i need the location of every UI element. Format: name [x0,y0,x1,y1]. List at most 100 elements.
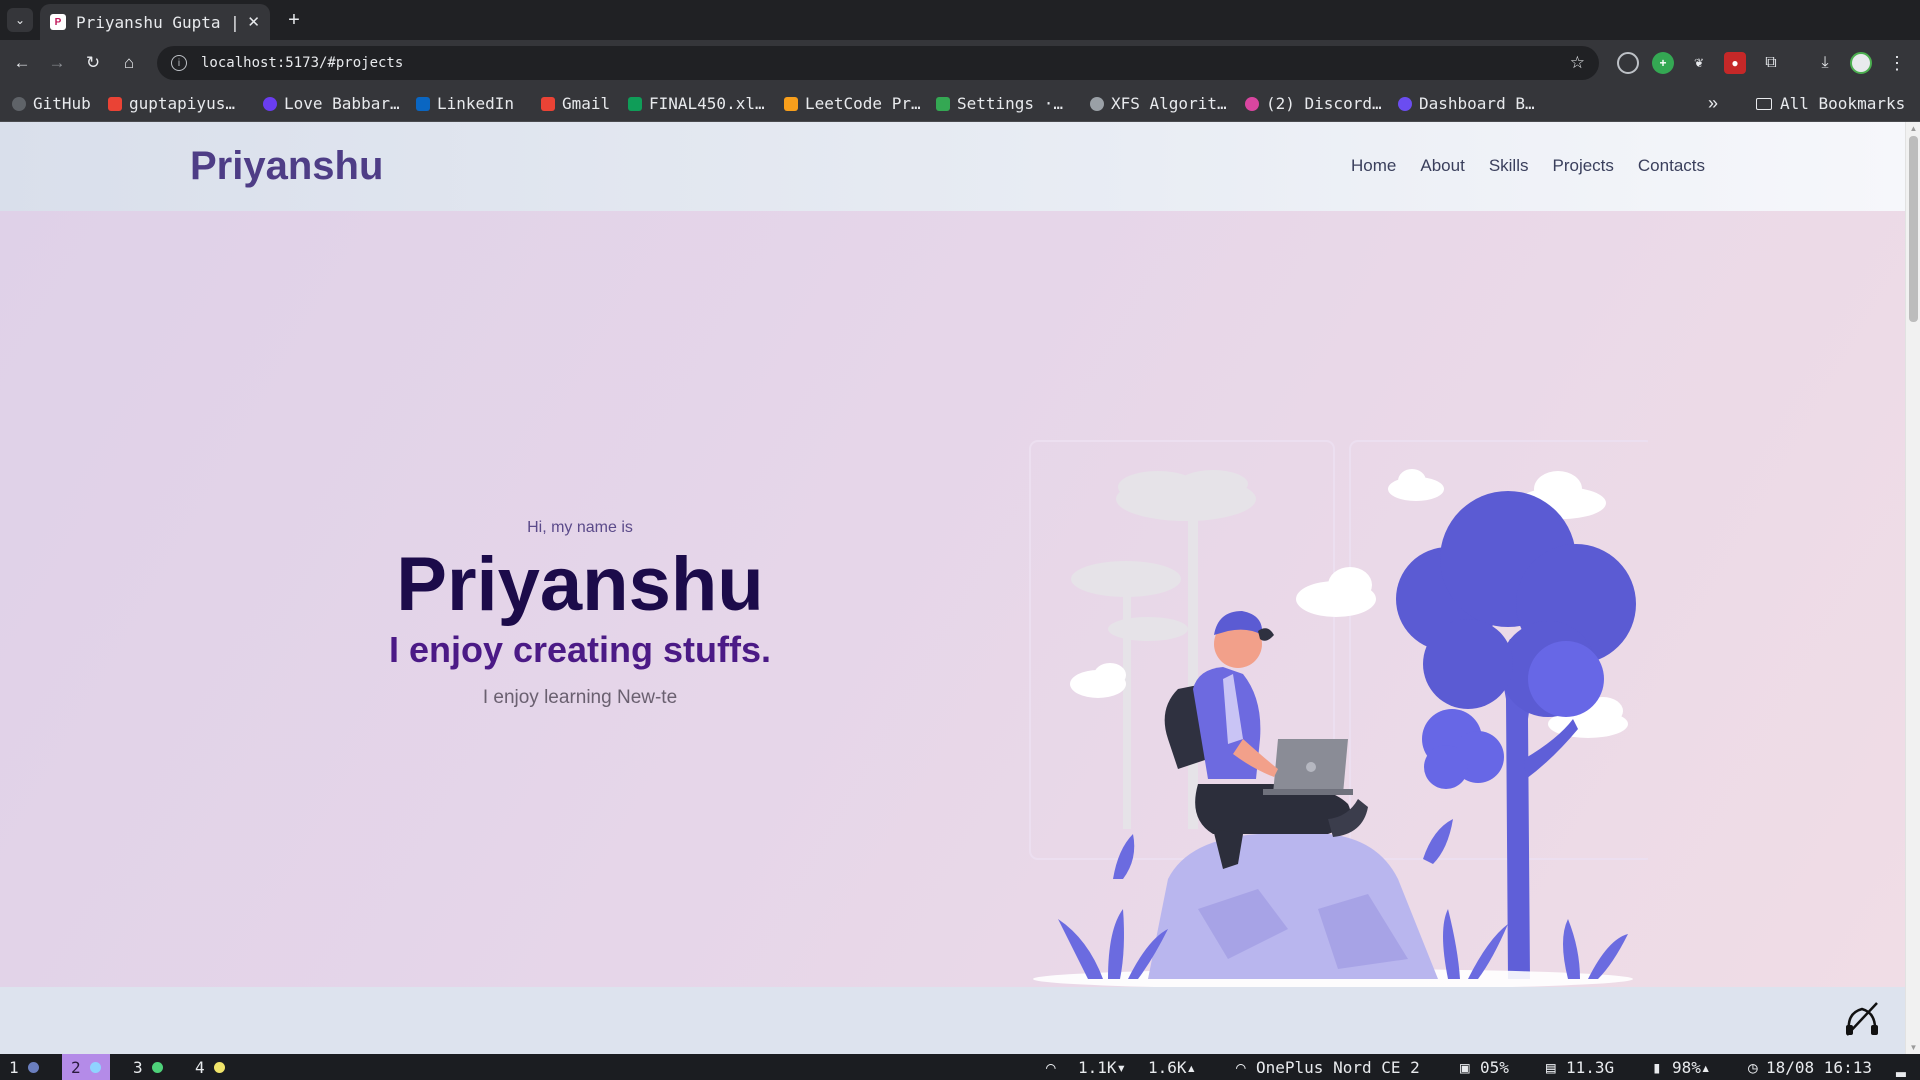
site-logo[interactable]: Priyanshu [190,144,383,189]
extension-shield-icon[interactable]: ● [1724,52,1746,74]
wifi-icon: ◠ [1236,1058,1246,1077]
bookmark-label: Gmail [562,94,611,113]
workspace-2[interactable]: 2 [62,1054,110,1080]
back-icon[interactable]: ← [10,51,34,75]
leetcode-icon [784,96,798,111]
battery-icon: ▮ [1652,1058,1662,1077]
page-scrollbar[interactable]: ▲ ▼ [1905,122,1920,1054]
bookmark-github[interactable]: GitHub [12,94,91,113]
linkedin-icon [416,96,430,111]
site-nav: Home About Skills Projects Contacts [1351,156,1705,176]
love-babbar-icon [263,96,277,111]
menu-icon[interactable]: ⋮ [1886,52,1908,74]
bookmark-label: (2) Discord… [1266,94,1382,113]
reload-icon[interactable]: ↻ [81,51,105,75]
gmail-icon [541,96,555,111]
extension-plus-icon[interactable]: + [1652,52,1674,74]
all-bookmarks-button[interactable]: All Bookmarks [1756,94,1905,113]
workspace-number: 3 [133,1057,143,1077]
workspace-1[interactable]: 1 [0,1054,48,1080]
bookmark-label: Dashboard B… [1419,94,1535,113]
memory-usage: 11.3G [1566,1058,1615,1077]
bookmark-leetcode[interactable]: LeetCode Pr… [784,94,921,113]
close-tab-icon[interactable]: ✕ [247,13,260,31]
folder-icon [1756,97,1772,110]
net-up: 1.6K▴ [1148,1058,1197,1077]
bookmark-gmail-profile[interactable]: guptapiyus… [108,94,235,113]
nav-about[interactable]: About [1420,156,1464,176]
bookmark-label: XFS Algorit… [1111,94,1227,113]
cpu-icon: ▣ [1460,1058,1470,1077]
bookmark-label: guptapiyus… [129,94,235,113]
all-bookmarks-label: All Bookmarks [1780,94,1906,113]
scroll-up-icon[interactable]: ▲ [1909,124,1918,133]
nav-home[interactable]: Home [1351,156,1396,176]
sheets-icon [628,96,642,111]
bookmark-final450[interactable]: FINAL450.xl… [628,94,765,113]
address-bar[interactable]: i localhost:5173/#projects ☆ [157,46,1599,80]
os-status-bar: 1 2 3 4 ◠ 1.1K▾ 1.6K▴ ◠ OnePlus Nord CE … [0,1054,1920,1080]
workspace-dot-icon [27,1061,39,1073]
bookmark-label: Love Babbar… [284,94,400,113]
url-text: localhost:5173/#projects [201,55,404,71]
workspace-number: 1 [9,1057,19,1077]
bookmarks-overflow-icon[interactable]: » [1708,93,1718,114]
tab-active[interactable]: P Priyanshu Gupta | ✕ [40,4,270,40]
nav-contacts[interactable]: Contacts [1638,156,1705,176]
browser-toolbar: ← → ↻ ⌂ i localhost:5173/#projects ☆ + ❦… [0,40,1920,86]
bookmark-gmail[interactable]: Gmail [541,94,610,113]
signal-icon: ▂ [1896,1058,1906,1077]
workspace-4[interactable]: 4 [186,1054,234,1080]
tab-title: Priyanshu Gupta | [76,12,240,32]
forward-icon[interactable]: → [45,51,69,75]
hero-illustration [1029,440,1648,989]
bookmark-dashboard[interactable]: Dashboard B… [1398,94,1535,113]
favicon-icon: P [50,14,66,30]
battery-level: 98%▴ [1672,1058,1711,1077]
download-icon[interactable]: ⤓ [1814,52,1836,74]
new-tab-button[interactable]: + [282,8,306,32]
site-header: Priyanshu Home About Skills Projects Con… [0,122,1905,211]
bookmark-discord[interactable]: (2) Discord… [1245,94,1382,113]
hero-greeting: Hi, my name is [527,519,633,536]
music-toggle-icon[interactable] [1843,1001,1881,1037]
bookmark-label: LeetCode Pr… [805,94,921,113]
date-time: 18/08 16:13 [1766,1058,1872,1077]
nav-projects[interactable]: Projects [1552,156,1613,176]
bookmark-label: Settings ·… [957,94,1063,113]
github-icon [12,96,26,111]
workspace-number: 4 [195,1057,205,1077]
workspace-number: 2 [71,1057,81,1077]
hero-section: Hi, my name is Priyanshu I enjoy creatin… [0,211,1905,989]
workspace-dot-icon [151,1061,163,1073]
workspace-dot-icon [213,1061,225,1073]
workspace-dot-icon [89,1061,101,1073]
scroll-thumb[interactable] [1909,136,1918,322]
globe-icon [1090,96,1104,111]
page-viewport: Priyanshu Home About Skills Projects Con… [0,122,1920,1054]
hero-name: Priyanshu [396,542,764,627]
site-info-icon[interactable]: i [171,55,187,71]
hero-tagline: I enjoy creating stuffs. [388,629,772,670]
nav-skills[interactable]: Skills [1489,156,1529,176]
bookmarks-bar: GitHub guptapiyus… Love Babbar… LinkedIn… [0,86,1920,122]
bookmark-label: GitHub [33,94,91,113]
clock-icon: ◷ [1748,1058,1758,1077]
bookmark-settings[interactable]: Settings ·… [936,94,1063,113]
bookmark-xfs[interactable]: XFS Algorit… [1090,94,1227,113]
extension-fire-icon[interactable]: ❦ [1688,52,1710,74]
extensions-puzzle-icon[interactable]: ⧉ [1760,52,1782,74]
bookmark-linkedin[interactable]: LinkedIn [416,94,514,113]
discord-icon [1245,96,1259,111]
home-icon[interactable]: ⌂ [117,51,141,75]
tab-search-icon[interactable]: ⌄ [7,8,33,32]
profile-avatar[interactable] [1850,52,1872,74]
bookmark-star-icon[interactable]: ☆ [1570,53,1585,73]
scroll-down-icon[interactable]: ▼ [1909,1043,1918,1052]
workspace-3[interactable]: 3 [124,1054,172,1080]
cpu-usage: 05% [1480,1058,1509,1077]
hero-text: Hi, my name is Priyanshu I enjoy creatin… [278,519,882,709]
extension-target-icon[interactable] [1617,52,1639,74]
bookmark-love-babbar[interactable]: Love Babbar… [263,94,400,113]
tab-strip: ⌄ P Priyanshu Gupta | ✕ + [0,0,1920,40]
